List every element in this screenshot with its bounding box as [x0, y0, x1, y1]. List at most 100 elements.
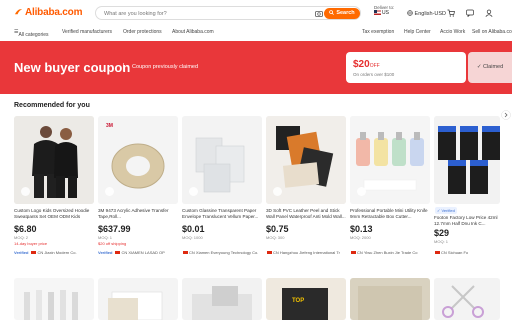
supplier-country: CN — [357, 250, 363, 255]
product-title[interactable]: Professional Portable Mini Utility Knife… — [350, 208, 430, 220]
search-button[interactable]: Search — [324, 8, 360, 19]
product-title[interactable]: 3M 9473 Acrylic Adhesive Transfer Tape,R… — [98, 208, 178, 220]
supplier-name: Hangzhou Jiefeng International Tr — [279, 250, 340, 255]
visual-search-icon[interactable] — [357, 187, 366, 196]
account-icon[interactable] — [485, 9, 493, 17]
product-card-partial[interactable] — [98, 278, 178, 320]
cn-flag-icon — [183, 250, 188, 254]
product-title[interactable]: Footon Factory Low Price 42ml 12.7mm Hal… — [434, 215, 500, 227]
supplier-name: XIAMEN LASAD OP — [128, 250, 165, 255]
product-photo-scissors — [442, 285, 484, 318]
product-card[interactable]: ✓ Verified Footon Factory Low Price 42ml… — [434, 116, 500, 262]
side-toolbar — [500, 102, 512, 320]
supplier-country: CN — [441, 250, 447, 255]
product-image[interactable] — [14, 116, 94, 204]
top-header: Alibaba.com Search Deliver to: US Englis… — [0, 0, 512, 26]
supplier-info[interactable]: CN Hangzhou Jiefeng International Tr — [266, 250, 346, 255]
language-selector[interactable]: English-USD — [407, 10, 446, 17]
alibaba-logo-icon — [14, 9, 23, 15]
product-card[interactable]: Professional Portable Mini Utility Knife… — [350, 116, 430, 262]
product-moq: MOQ: 2 — [14, 235, 29, 240]
app-link[interactable]: Accio Work — [440, 29, 465, 35]
supplier-info[interactable]: Verified CN Jiaxin Modern Co. — [14, 250, 94, 255]
product-image[interactable] — [182, 116, 262, 204]
section-title: Recommended for you — [14, 102, 90, 109]
tax-exemption-link[interactable]: Tax exemption — [362, 29, 394, 35]
supplier-country: CN — [121, 250, 128, 255]
help-center-link[interactable]: Help Center — [404, 29, 431, 35]
supplier-country: CN — [37, 250, 44, 255]
product-card-partial[interactable] — [434, 278, 500, 320]
supplier-country: CN — [189, 250, 195, 255]
product-title[interactable]: Custom Logo Kids Oversized Hoodie Sweatp… — [14, 208, 94, 220]
product-price: $637.99 — [98, 224, 131, 234]
supplier-country: CN — [273, 250, 279, 255]
product-moq: MOQ: 1 — [434, 239, 449, 244]
verified-badge: Verified — [98, 250, 113, 255]
visual-search-icon[interactable] — [105, 187, 114, 196]
product-price: $6.80 — [14, 224, 37, 234]
product-card[interactable]: 3M 3M 9473 Acrylic Adhesive Transfer Tap… — [98, 116, 178, 262]
product-title[interactable]: Custom Glassine Transparent Paper Envelo… — [182, 208, 262, 220]
visual-search-icon[interactable] — [21, 187, 30, 196]
product-photo-board — [358, 286, 422, 320]
product-moq: MOQ: 300 — [266, 235, 285, 240]
svg-text:TOP: TOP — [292, 298, 304, 304]
all-categories-link[interactable]: ☰ All categories — [14, 29, 49, 38]
verified-badge: Verified — [14, 250, 29, 255]
product-promo: $20 off shipping — [98, 241, 127, 246]
about-link[interactable]: About Alibaba.com — [172, 29, 214, 35]
product-card-partial[interactable]: TOP — [266, 278, 346, 320]
product-card-partial[interactable] — [350, 278, 430, 320]
alibaba-logo[interactable]: Alibaba.com — [14, 7, 82, 18]
order-protections-link[interactable]: Order protections — [123, 29, 162, 35]
product-card-partial[interactable] — [182, 278, 262, 320]
visual-search-icon[interactable] — [273, 187, 282, 196]
product-photo-pouches — [192, 286, 252, 320]
chevron-right-icon[interactable] — [501, 110, 511, 120]
search-input[interactable] — [104, 8, 304, 19]
product-card[interactable]: Custom Glassine Transparent Paper Envelo… — [182, 116, 262, 262]
visual-search-icon[interactable] — [189, 187, 198, 196]
cn-flag-icon — [435, 250, 440, 254]
product-image[interactable] — [266, 116, 346, 204]
product-price: $0.13 — [350, 224, 373, 234]
deliver-country: US — [382, 10, 389, 16]
cn-flag-icon — [115, 250, 121, 254]
banner-subtitle: Coupon previously claimed — [132, 64, 199, 70]
claimed-button[interactable]: ✓ Claimed — [468, 52, 512, 83]
product-photo-boxes: TOP — [282, 288, 328, 320]
product-image[interactable]: 3M — [98, 116, 178, 204]
product-card-partial[interactable] — [14, 278, 94, 320]
product-image[interactable] — [434, 116, 500, 204]
product-photo-paper-stack — [108, 291, 163, 320]
cn-flag-icon — [267, 250, 272, 254]
cn-flag-icon — [351, 250, 356, 254]
product-image[interactable] — [350, 116, 430, 204]
coupon-amount: $20OFF — [353, 59, 380, 70]
globe-icon — [407, 10, 413, 16]
supplier-info[interactable]: CN Xiamen Everyoung Technology Co. — [182, 250, 262, 255]
verified-tag-label: Verified — [441, 208, 455, 213]
coupon-card: $20OFF On orders over $100 — [346, 52, 466, 83]
coupon-condition: On orders over $100 — [353, 72, 395, 77]
camera-icon[interactable] — [315, 10, 323, 17]
deliver-to[interactable]: Deliver to: US — [374, 5, 394, 16]
messages-icon[interactable] — [466, 9, 474, 17]
supplier-name: Jiaxin Modern Co. — [44, 250, 77, 255]
product-card[interactable]: 3D Soft PVC Leather Peel and Stick Wall … — [266, 116, 346, 262]
verified-manufacturers-link[interactable]: Verified manufacturers — [62, 29, 112, 35]
claimed-label: Claimed — [482, 64, 504, 70]
cart-icon[interactable] — [447, 9, 455, 17]
verified-tag: ✓ Verified — [435, 207, 457, 214]
product-price: $0.01 — [182, 224, 205, 234]
sell-link[interactable]: Sell on Alibaba.co — [472, 29, 512, 35]
supplier-info[interactable]: Verified CN XIAMEN LASAD OP — [98, 250, 178, 255]
product-card[interactable]: Custom Logo Kids Oversized Hoodie Sweatp… — [14, 116, 94, 262]
coupon-unit: OFF — [369, 63, 380, 69]
product-promo: 14-day buyer price — [14, 241, 48, 246]
product-title[interactable]: 3D Soft PVC Leather Peel and Stick Wall … — [266, 208, 346, 220]
supplier-info[interactable]: CN Sichuan Fo — [434, 250, 500, 255]
supplier-name: Xiamen Everyoung Technology Co. — [195, 250, 259, 255]
supplier-info[interactable]: CN Yiwu Zhen Buxin Jie Trade Co — [350, 250, 430, 255]
